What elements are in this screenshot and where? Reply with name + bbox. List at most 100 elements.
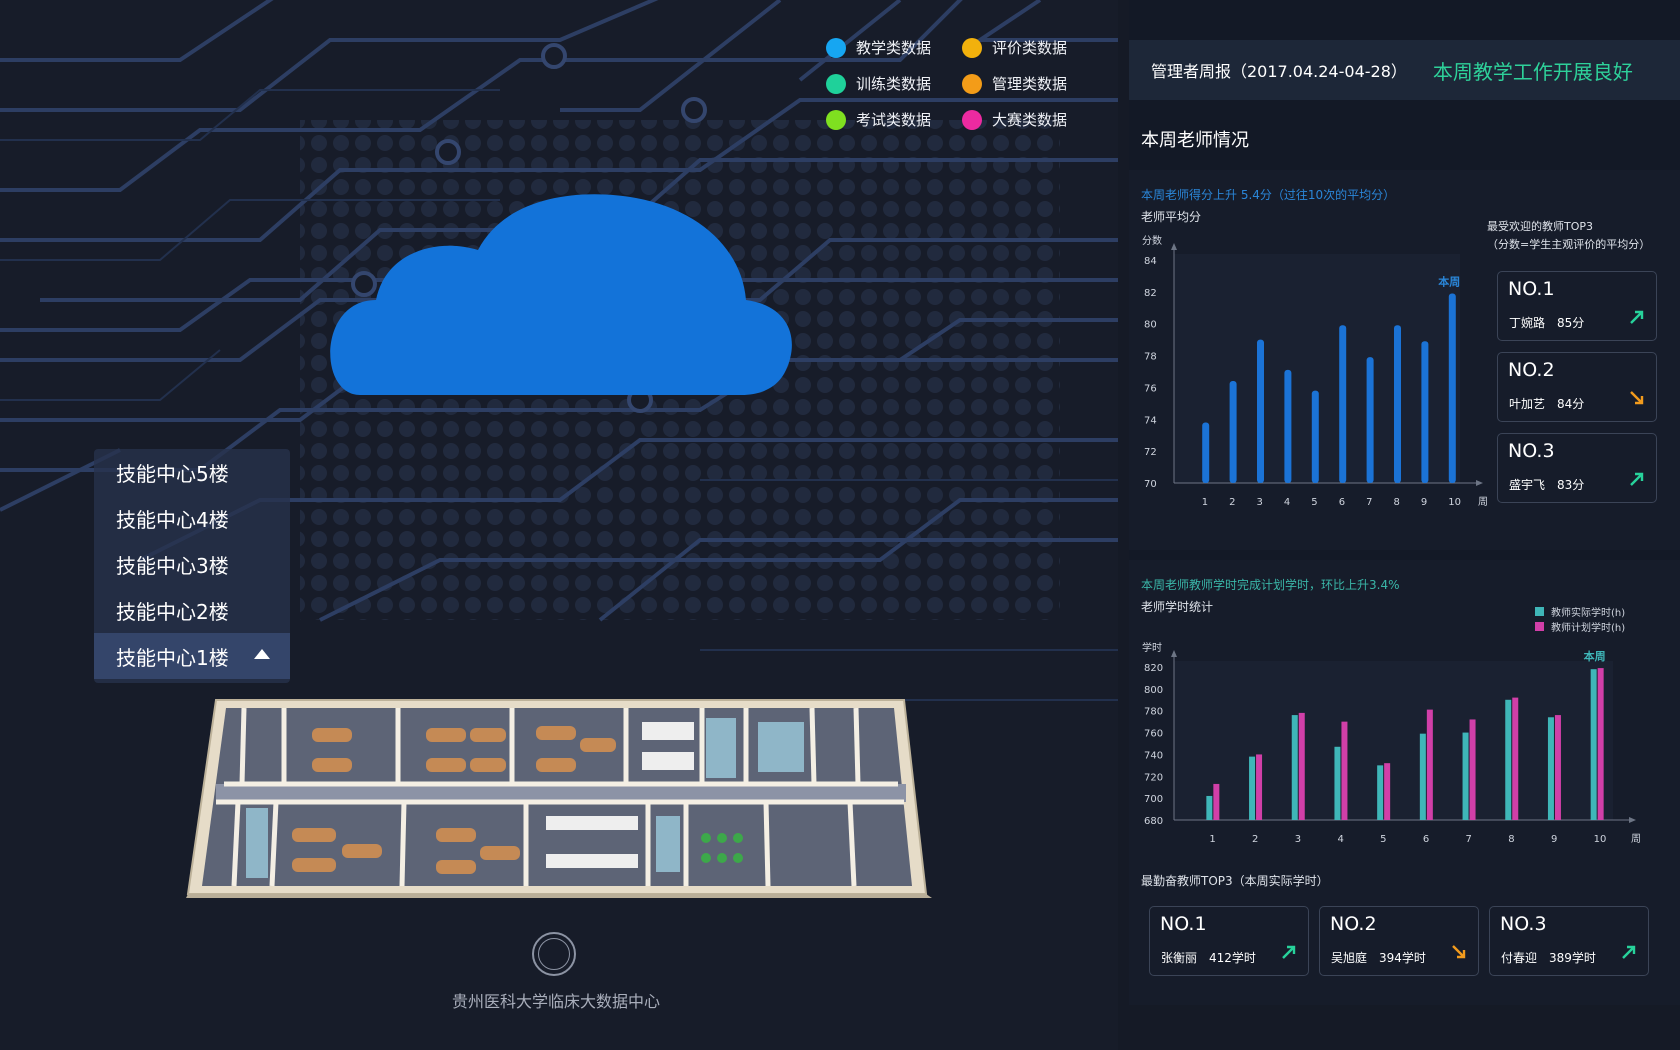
chart-plot-area: [1174, 661, 1613, 820]
bar-actual: [1377, 765, 1384, 820]
chevron-up-icon: [254, 649, 270, 659]
y-tick-label: 760: [1144, 729, 1163, 740]
rank-number: NO.3: [1500, 913, 1547, 935]
x-tick-label: 2: [1229, 497, 1235, 508]
popular-top3-caption: （分数=学生主观评价的平均分）: [1487, 238, 1651, 251]
rank-meta: 吴旭庭 394学时: [1331, 949, 1426, 966]
bar-planned: [1426, 709, 1433, 820]
teacher-name: 盛宇飞: [1509, 478, 1546, 492]
legend-label: 教学类数据: [856, 39, 932, 57]
organization-name: 贵州医科大学临床大数据中心: [451, 992, 660, 1011]
trend-down-icon: [1452, 945, 1466, 959]
legend-label: 大赛类数据: [992, 111, 1068, 129]
teacher-score: 84分: [1557, 397, 1585, 411]
teacher-name: 叶加艺: [1509, 397, 1546, 411]
current-week-label: 本周: [1584, 649, 1606, 663]
x-axis-label: 周: [1631, 833, 1641, 845]
bar: [1257, 339, 1264, 483]
teacher-score: 83分: [1557, 478, 1585, 492]
y-tick-label: 700: [1144, 794, 1163, 805]
x-tick-label: 4: [1284, 497, 1290, 508]
bar-planned: [1384, 763, 1391, 820]
rank-meta: 付春迎 389学时: [1501, 949, 1596, 966]
legend-dot-icon: [962, 73, 982, 94]
bar-actual: [1249, 756, 1256, 820]
rank-number: NO.3: [1508, 440, 1555, 462]
report-title: 管理者周报（2017.04.24-04-28）: [1151, 62, 1407, 81]
diligent-rank-card-2[interactable]: NO.2 吴旭庭 394学时: [1319, 906, 1479, 976]
y-tick-label: 800: [1144, 685, 1163, 696]
bar-actual: [1291, 715, 1298, 820]
rank-meta: 张衡丽 412学时: [1161, 949, 1256, 966]
legend-item: 教学类数据: [826, 36, 962, 59]
floor-item-2[interactable]: 技能中心2楼: [94, 587, 290, 633]
x-tick-label: 8: [1508, 834, 1514, 845]
legend-dot-icon: [826, 109, 846, 130]
bar-actual: [1505, 699, 1512, 820]
bar: [1448, 293, 1456, 483]
bar: [1311, 390, 1319, 483]
trend-up-icon: [1630, 310, 1644, 324]
x-tick-label: 10: [1594, 834, 1607, 845]
y-axis-label: 学时: [1142, 641, 1162, 654]
teacher-hours-section: 本周老师教师学时完成计划学时，环比上升3.4% 老师学时统计 教师实际学时(h)…: [1129, 560, 1680, 1005]
floor-item-4[interactable]: 技能中心4楼: [94, 495, 290, 541]
bar: [1394, 325, 1401, 483]
x-tick-label: 10: [1448, 497, 1461, 508]
y-axis-arrow-icon: [1171, 650, 1177, 657]
y-tick-label: 74: [1144, 415, 1157, 426]
y-tick-label: 84: [1144, 256, 1157, 267]
rank-number: NO.1: [1508, 278, 1555, 300]
x-tick-label: 7: [1366, 497, 1372, 508]
floor-selector-menu[interactable]: 技能中心5楼 技能中心4楼 技能中心3楼 技能中心2楼 技能中心1楼: [94, 449, 290, 683]
university-logo: [532, 932, 576, 976]
x-tick-label: 9: [1421, 497, 1427, 508]
floor-item-label: 技能中心1楼: [116, 645, 229, 670]
score-chart-subtitle: 老师平均分: [1141, 210, 1202, 224]
x-axis-arrow-icon: [1629, 817, 1636, 823]
bar: [1421, 341, 1429, 483]
y-tick-label: 680: [1144, 816, 1163, 827]
legend-item: 考试类数据: [826, 108, 962, 131]
y-tick-label: 72: [1144, 447, 1157, 458]
teacher-hours: 394学时: [1379, 951, 1426, 965]
report-header: 管理者周报（2017.04.24-04-28） 本周教学工作开展良好: [1129, 40, 1680, 100]
trend-up-icon: [1282, 945, 1296, 959]
bar-planned: [1256, 754, 1263, 820]
rank-number: NO.2: [1508, 359, 1555, 381]
x-tick-label: 2: [1252, 834, 1258, 845]
trend-down-icon: [1630, 391, 1644, 405]
weekly-report-panel: 管理者周报（2017.04.24-04-28） 本周教学工作开展良好 本周老师情…: [1129, 0, 1680, 1005]
rank-number: NO.1: [1160, 913, 1207, 935]
x-tick-label: 9: [1551, 834, 1557, 845]
diligent-rank-card-3[interactable]: NO.3 付春迎 389学时: [1489, 906, 1649, 976]
bar-actual: [1462, 732, 1469, 820]
hours-note: 本周老师教师学时完成计划学时，环比上升3.4%: [1141, 578, 1400, 592]
bar-actual: [1419, 733, 1426, 820]
x-axis-label: 周: [1478, 496, 1488, 508]
bar-actual: [1590, 669, 1597, 820]
floor-item-5[interactable]: 技能中心5楼: [94, 449, 290, 495]
bar-planned: [1213, 783, 1220, 820]
hours-chart-subtitle: 老师学时统计: [1141, 600, 1214, 614]
teacher-score: 85分: [1557, 316, 1585, 330]
y-tick-label: 820: [1144, 663, 1163, 674]
floor-item-3[interactable]: 技能中心3楼: [94, 541, 290, 587]
y-axis-label: 分数: [1142, 234, 1162, 247]
trend-up-icon: [1630, 472, 1644, 486]
floor-item-1[interactable]: 技能中心1楼: [94, 633, 290, 679]
popular-top3-title: 最受欢迎的教师TOP3: [1487, 220, 1594, 233]
popular-rank-card-2[interactable]: NO.2 叶加艺 84分: [1497, 352, 1657, 422]
x-tick-label: 3: [1257, 497, 1263, 508]
bar: [1339, 325, 1347, 483]
legend-dot-icon: [962, 37, 982, 58]
y-tick-label: 78: [1144, 352, 1157, 363]
popular-rank-card-3[interactable]: NO.3 盛宇飞 83分: [1497, 433, 1657, 503]
teacher-score-bar-chart: 7072747678808284分数周1 2 3 4 5 6 7 8 9 10本周: [1142, 234, 1488, 508]
y-axis-arrow-icon: [1171, 243, 1177, 250]
diligent-rank-card-1[interactable]: NO.1 张衡丽 412学时: [1149, 906, 1309, 976]
legend-item: 评价类数据: [962, 36, 1092, 59]
floor-plan-3d-map[interactable]: [186, 698, 932, 898]
popular-rank-card-1[interactable]: NO.1 丁婉路 85分: [1497, 271, 1657, 341]
bar-planned: [1554, 715, 1561, 820]
